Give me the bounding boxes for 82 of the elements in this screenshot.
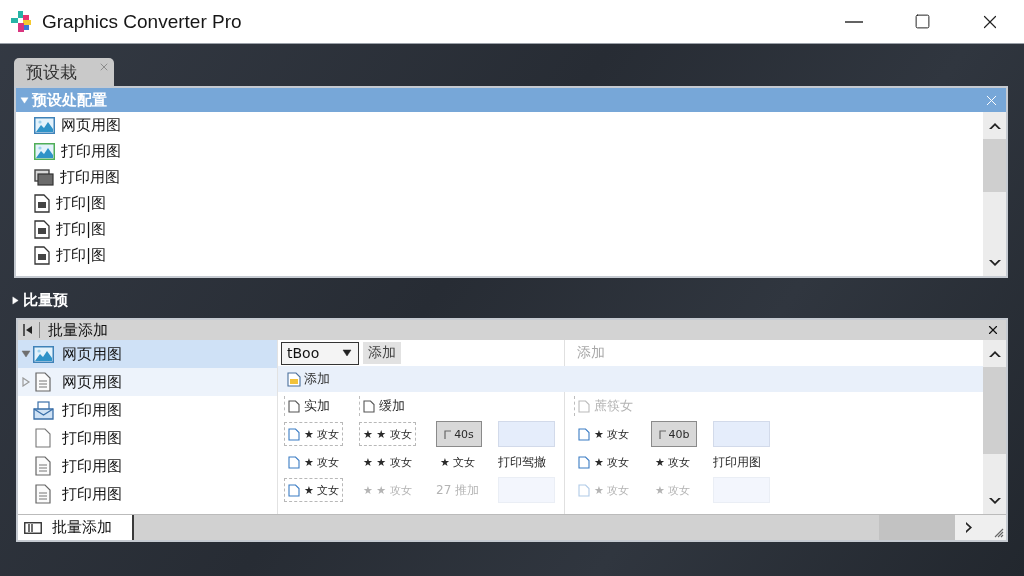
page-icon — [363, 399, 375, 413]
page-icon — [288, 483, 300, 497]
entry-text: ★ ★ 攻女 — [363, 426, 412, 442]
close-icon — [986, 323, 1000, 337]
close-icon — [98, 61, 110, 73]
add-button[interactable]: 添加 — [363, 342, 401, 364]
chevron-down-icon — [987, 258, 1002, 267]
panel-title: 批量添加 — [48, 320, 108, 340]
chevron-up-icon — [987, 349, 1002, 358]
tray-icon — [32, 400, 54, 420]
entry-text: ★ 攻女 — [594, 426, 630, 442]
caption-text: 打印驾撤 — [498, 453, 547, 471]
entry-text: ★ ★ 攻女 — [363, 454, 412, 470]
document-icon — [35, 456, 51, 476]
tab[interactable]: 预设栽 — [14, 58, 114, 86]
caret-down-icon — [342, 348, 352, 358]
list-item[interactable]: 打印用图 — [34, 138, 983, 164]
page-icon — [578, 483, 590, 497]
image-icon — [34, 116, 55, 134]
entry-text: ★ 文女 — [304, 482, 340, 498]
page-icon — [35, 428, 51, 448]
document-icon — [35, 372, 51, 392]
app-logo-icon — [10, 9, 34, 34]
list-item[interactable]: 打印|图 — [34, 216, 983, 242]
preview-tile[interactable] — [498, 421, 555, 447]
folder-page-icon — [287, 371, 301, 387]
entry-text: ★ 攻女 — [304, 454, 340, 470]
page-icon — [578, 427, 590, 441]
thumbnail-tile[interactable]: 40b — [651, 421, 697, 447]
scrollbar-thumb[interactable] — [983, 139, 1006, 192]
scroll-right-button[interactable] — [955, 515, 982, 540]
maximize-icon — [913, 13, 931, 30]
image-icon — [34, 142, 55, 160]
window-title: Graphics Converter Pro — [42, 10, 242, 33]
resize-grip-icon — [992, 526, 1004, 538]
entry-text: ★ 攻女 — [655, 454, 691, 470]
list-item[interactable]: 打印|图 — [34, 190, 983, 216]
corner-icon — [658, 429, 666, 439]
entry-text: ★ 文女 — [440, 454, 476, 470]
list-item[interactable]: 打印用图 — [34, 164, 983, 190]
panel-title: 预设处配置 — [32, 90, 107, 110]
scrollbar-thumb[interactable] — [983, 367, 1006, 454]
tree-item[interactable]: 网页用图 — [18, 340, 277, 368]
item-label: 蔗筷女 — [594, 397, 633, 415]
collapse-icon — [23, 324, 33, 336]
minimize-icon — [845, 20, 863, 23]
page-icon — [288, 427, 300, 441]
preview-tile[interactable] — [713, 421, 770, 447]
entry-text: ★ 攻女 — [594, 454, 630, 470]
page-icon — [288, 399, 300, 413]
close-button[interactable] — [986, 323, 1000, 337]
list-item[interactable]: 打印|图 — [34, 242, 983, 268]
page-icon — [578, 399, 590, 413]
image-icon — [32, 345, 54, 363]
document-icon — [35, 484, 51, 504]
entry-text: ★ ★ 攻女 — [363, 482, 412, 498]
list-item[interactable]: 网页用图 — [34, 112, 983, 138]
add-action[interactable]: 添加 — [287, 370, 330, 388]
corner-icon — [444, 429, 452, 439]
panel-icon — [24, 521, 42, 534]
stacked-pages-icon — [34, 168, 54, 186]
item-label: 缓加 — [379, 397, 405, 415]
chevron-right-icon — [964, 521, 973, 534]
document-icon — [34, 245, 50, 265]
chevron-down-icon — [987, 496, 1002, 505]
section-label[interactable]: 比量预 — [23, 290, 68, 310]
tree-item[interactable]: 网页用图 — [18, 368, 277, 396]
caption-text: 打印用图 — [713, 453, 762, 471]
thumbnail-label: 40s — [454, 427, 474, 441]
item-label: 实加 — [304, 397, 330, 415]
entry-text: ★ 攻女 — [655, 482, 691, 498]
entry-text: ★ 攻女 — [594, 482, 630, 498]
entry-text: ★ 攻女 — [304, 426, 340, 442]
thumbnail-tile[interactable]: 40s — [436, 421, 482, 447]
page-icon — [288, 455, 300, 469]
thumbnail-label: 40b — [668, 427, 690, 441]
chevron-up-icon — [987, 121, 1002, 130]
dropdown[interactable]: tBoo — [281, 341, 359, 365]
caption-text: 27 推加 — [436, 481, 481, 499]
document-icon — [34, 219, 50, 239]
document-icon — [34, 193, 50, 213]
page-icon — [578, 455, 590, 469]
